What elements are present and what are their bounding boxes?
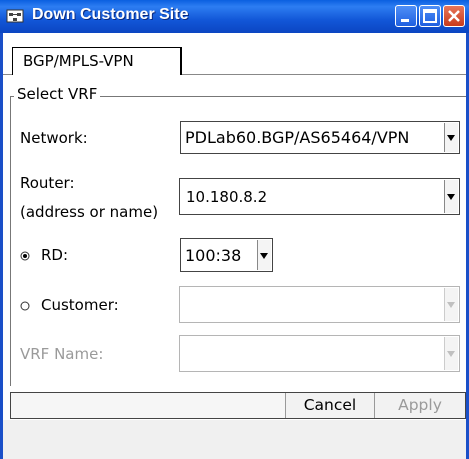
apply-button[interactable]: Apply (374, 393, 465, 418)
window-title: Down Customer Site (32, 6, 189, 23)
rd-value: 100:38 (185, 246, 242, 265)
chevron-down-icon (447, 135, 455, 141)
vrf-name-dropdown-arrow[interactable] (444, 337, 458, 370)
title-bar[interactable]: Down Customer Site (0, 0, 469, 33)
cancel-button[interactable]: Cancel (285, 393, 374, 418)
customer-dropdown-arrow[interactable] (444, 288, 458, 321)
tab-divider (3, 74, 12, 75)
chevron-down-icon (260, 253, 268, 259)
customer-radio[interactable] (20, 301, 30, 311)
network-dropdown-arrow[interactable] (444, 123, 458, 152)
close-button[interactable] (443, 5, 465, 27)
maximize-button[interactable] (419, 5, 441, 27)
network-site-icon (6, 9, 24, 23)
tab-divider (182, 74, 466, 75)
chevron-down-icon (447, 302, 455, 308)
window-footer (3, 420, 466, 459)
minimize-button[interactable] (395, 5, 417, 27)
chevron-down-icon (447, 194, 455, 200)
minimize-icon (401, 19, 409, 22)
network-value: PDLab60.BGP/AS65464/VPN (185, 128, 410, 147)
router-value[interactable]: 10.180.8.2 (186, 188, 267, 206)
customer-label: Customer: (41, 296, 119, 314)
vrf-name-select[interactable] (179, 335, 460, 372)
network-label: Network: (20, 129, 88, 147)
maximize-icon (423, 9, 437, 23)
router-dropdown-arrow[interactable] (444, 180, 458, 213)
rd-radio[interactable] (20, 251, 30, 261)
router-label: Router: (20, 174, 75, 192)
rd-dropdown-arrow[interactable] (257, 240, 271, 270)
customer-select[interactable] (179, 286, 460, 323)
router-select[interactable]: 10.180.8.2 (179, 178, 460, 215)
tab-bgp-mpls-vpn[interactable]: BGP/MPLS-VPN (12, 47, 182, 75)
chevron-down-icon (447, 351, 455, 357)
window-left-border (0, 33, 3, 459)
network-select[interactable]: PDLab60.BGP/AS65464/VPN (180, 121, 460, 154)
rd-label: RD: (41, 246, 69, 264)
router-sublabel: (address or name) (20, 203, 159, 221)
rd-select[interactable]: 100:38 (180, 238, 273, 272)
group-title: Select VRF (14, 85, 101, 103)
vrf-name-label: VRF Name: (20, 345, 104, 363)
close-icon (448, 10, 460, 22)
